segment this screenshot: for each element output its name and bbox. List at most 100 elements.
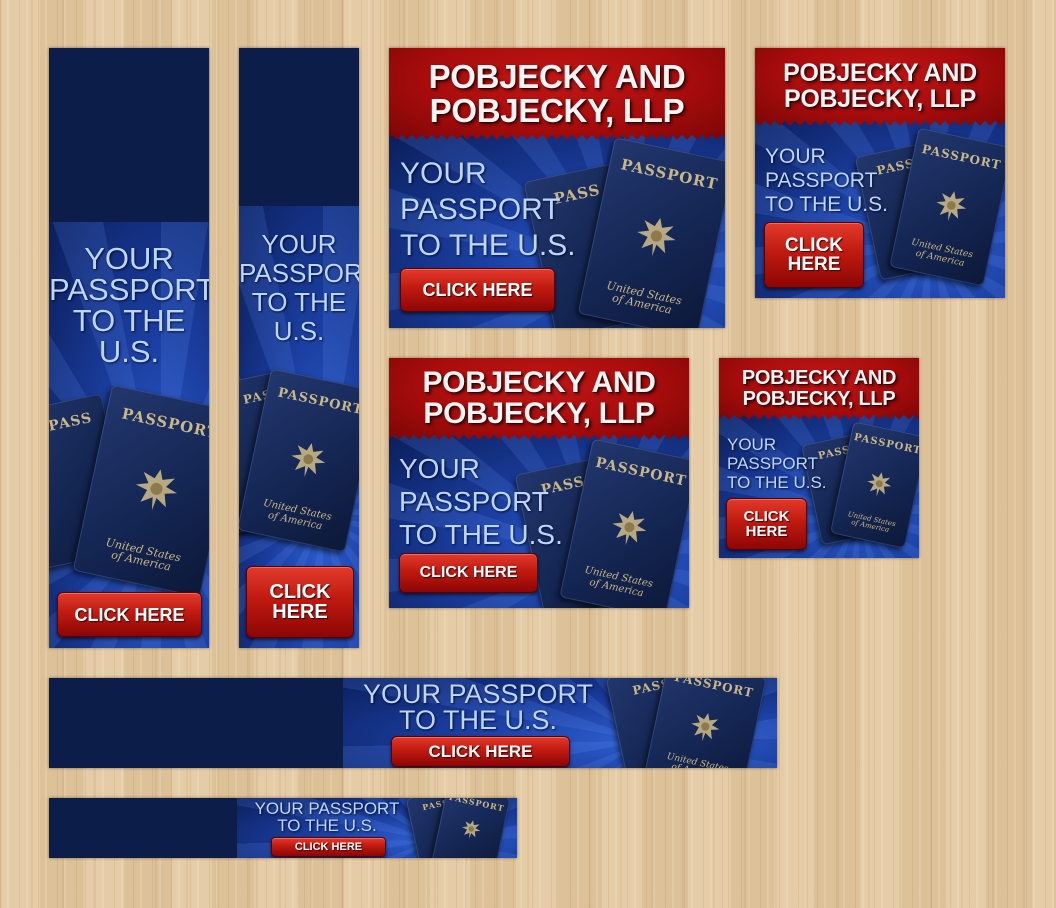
firm-name: POBJECKY AND POBJECKY, LLP xyxy=(741,367,897,410)
passport-country: United States of America xyxy=(562,562,672,605)
tagline-line: TO THE U.S. xyxy=(727,473,827,493)
tagline-line: TO THE xyxy=(72,303,186,338)
passport-country: United States of America xyxy=(832,508,909,538)
eagle-seal-icon xyxy=(936,191,967,222)
click-here-button[interactable]: CLICK HERE xyxy=(764,222,864,288)
tagline: YOUR PASSPORT TO THE U.S. xyxy=(400,156,576,264)
tagline-line: YOUR PASSPORT xyxy=(254,799,400,818)
firm-name-line: AND xyxy=(93,104,165,142)
banner-rectangle-300x250[interactable]: POBJECKY AND POBJECKY, LLP YOUR PASSPORT… xyxy=(389,358,689,608)
tagline-line: TO THE U.S. xyxy=(765,193,888,217)
firm-name-line: POBJECKY, LLP xyxy=(54,826,240,853)
tagline: YOUR PASSPORT TO THE U.S. xyxy=(355,679,601,736)
tagline-line: PASSPORT xyxy=(49,272,209,307)
firm-name-panel: POBJECKY AND POBJECKY, LLP xyxy=(389,358,689,440)
firm-name-line: POBJECKY AND xyxy=(741,367,897,390)
firm-name: POBJECKY AND POBJECKY, LLP xyxy=(783,59,977,113)
tagline-line: YOUR xyxy=(765,145,826,168)
firm-name-line: POBJECKY, xyxy=(239,130,359,157)
tagline-line: PASSPORT xyxy=(239,258,359,289)
tagline-line: U.S. xyxy=(98,334,160,369)
passport-title: PASSPORT xyxy=(276,385,359,419)
eagle-seal-icon xyxy=(867,472,892,497)
firm-name-panel: POBJECKY AND POBJECKY, LLP xyxy=(239,48,359,216)
firm-name-panel: POBJECKY AND POBJECKY, LLP xyxy=(49,798,245,858)
tagline-line: U.S. xyxy=(273,316,325,347)
tagline: YOUR PASSPORT TO THE U.S. xyxy=(765,145,888,217)
eagle-seal-icon xyxy=(691,713,720,742)
banner-skyscraper-160x600[interactable]: POBJECKY AND POBJECKY, LLP YOUR PASSPORT… xyxy=(49,48,209,648)
eagle-seal-icon xyxy=(135,469,177,511)
firm-name-panel: POBJECKY AND POBJECKY, LLP xyxy=(755,48,1005,126)
passport-title: PASS xyxy=(49,410,94,436)
firm-name-line: POBJECKY xyxy=(49,70,209,108)
passport-title: PASSPORT xyxy=(673,678,756,701)
click-here-button[interactable]: CLICK HERE xyxy=(726,498,807,550)
banner-rectangle-336x280[interactable]: POBJECKY AND POBJECKY, LLP YOUR PASSPORT… xyxy=(389,48,725,328)
click-here-button[interactable]: CLICK HERE xyxy=(271,837,386,857)
banner-square-250x250[interactable]: POBJECKY AND POBJECKY, LLP YOUR PASSPORT… xyxy=(755,48,1005,298)
tagline: YOUR PASSPORT TO THE U.S. xyxy=(727,435,827,492)
banner-skyscraper-120x600[interactable]: POBJECKY AND POBJECKY, LLP YOUR PASSPOR T… xyxy=(239,48,359,648)
firm-name-line: LLP xyxy=(276,154,322,182)
tagline-line: TO THE U.S. xyxy=(399,519,563,551)
tagline-line: PASSPORT xyxy=(727,454,819,474)
eagle-seal-icon xyxy=(461,820,481,839)
tagline-line: TO THE xyxy=(251,287,347,318)
passport-country: United States of America xyxy=(581,275,705,323)
eagle-seal-icon xyxy=(291,442,326,477)
firm-name-line: POBJECKY xyxy=(239,80,359,108)
firm-name-line: POBJECKY, LLP xyxy=(429,92,685,129)
passport-country: United States of America xyxy=(646,749,748,768)
passport-title: PASSPORT xyxy=(852,432,919,458)
firm-name-line: POBJECKY, LLP xyxy=(784,85,976,113)
firm-name-line: POBJECKY, xyxy=(49,138,209,175)
tagline-line: PASSPORT xyxy=(399,486,549,518)
firm-name-panel: POBJECKY AND POBJECKY, LLP xyxy=(49,48,209,232)
click-here-button[interactable]: CLICK HERE xyxy=(399,553,538,593)
button-label-line: CLICK xyxy=(743,508,790,525)
tagline-line: YOUR xyxy=(727,435,777,454)
firm-name: POBJECKY AND POBJECKY, LLP xyxy=(422,367,655,430)
banner-square-200x200[interactable]: POBJECKY AND POBJECKY, LLP YOUR PASSPORT… xyxy=(719,358,919,558)
click-here-button[interactable]: CLICK HERE xyxy=(57,592,202,637)
firm-name: POBJECKY AND POBJECKY, LLP xyxy=(49,72,209,208)
tagline-line: TO THE U.S. xyxy=(277,816,377,835)
passport-title: PASSPORT xyxy=(594,454,689,490)
tagline-line: TO THE U.S. xyxy=(398,705,558,736)
button-label-line: HERE xyxy=(272,601,328,623)
firm-name-panel: POBJECKY AND POBJECKY, LLP xyxy=(719,358,919,420)
tagline-line: YOUR PASSPORT xyxy=(362,679,594,709)
firm-name-line: POBJECKY, LLP xyxy=(423,397,655,430)
firm-name-line: POBJECKY, LLP xyxy=(742,388,896,410)
button-label-line: CLICK xyxy=(784,235,844,256)
tagline: YOUR PASSPORT TO THE U.S. xyxy=(399,452,563,551)
passport-country: United States of America xyxy=(76,531,208,581)
firm-name: POBJECKY AND POBJECKY, LLP xyxy=(429,60,686,128)
firm-name-line: POBJECKY, LLP xyxy=(56,721,343,762)
button-label-line: HERE xyxy=(787,254,841,275)
passport-country: United States of America xyxy=(892,236,990,274)
tagline: YOUR PASSPORT TO THE U.S. xyxy=(249,800,405,834)
passport-title: PASSPORT xyxy=(920,141,1003,173)
tagline-line: TO THE U.S. xyxy=(400,229,576,262)
tagline: YOUR PASSPORT TO THE U.S. xyxy=(49,243,209,367)
firm-name-panel: POBJECKY AND POBJECKY, LLP xyxy=(389,48,725,140)
button-label-line: HERE xyxy=(745,523,788,540)
firm-name-line: POBJECKY AND xyxy=(783,59,977,88)
click-here-button[interactable]: CLICK HERE xyxy=(246,566,354,638)
firm-name-line: POBJECKY AND xyxy=(54,801,240,829)
click-here-button[interactable]: CLICK HERE xyxy=(391,736,570,767)
banner-leaderboard-728x90[interactable]: POBJECKY AND POBJECKY, LLP YOUR PASSPORT… xyxy=(49,678,777,768)
passport-title: PASSPORT xyxy=(120,404,209,443)
firm-name: POBJECKY AND POBJECKY, LLP xyxy=(56,684,345,762)
tagline: YOUR PASSPORT TO THE U.S. xyxy=(239,229,359,347)
tagline-line: PASSPORT xyxy=(765,169,878,193)
firm-name: POBJECKY AND POBJECKY, LLP xyxy=(54,803,240,852)
tagline-line: PASSPORT xyxy=(400,193,561,226)
tagline-line: YOUR xyxy=(84,241,174,276)
banner-full-468x60[interactable]: POBJECKY AND POBJECKY, LLP YOUR PASSPORT… xyxy=(49,798,517,858)
tagline-line: YOUR xyxy=(261,229,337,259)
tagline-line: YOUR xyxy=(399,453,480,484)
click-here-button[interactable]: CLICK HERE xyxy=(400,268,555,312)
